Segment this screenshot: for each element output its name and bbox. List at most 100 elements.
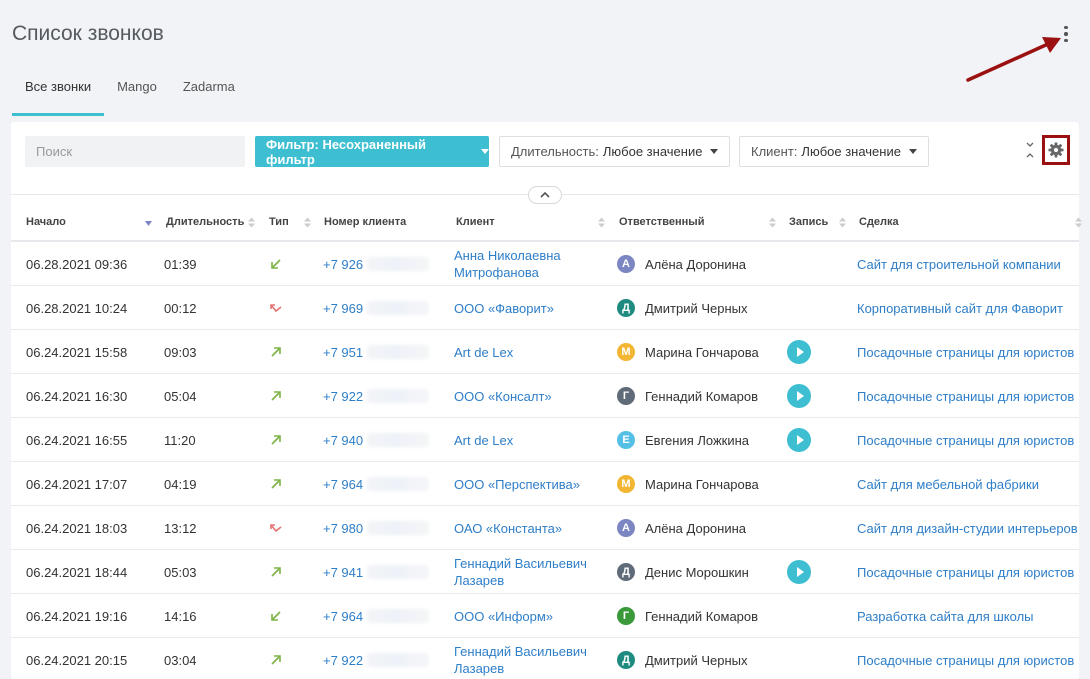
tab-zadarma[interactable]: Zadarma bbox=[170, 74, 248, 108]
client-cell[interactable]: ОАО «Константа» bbox=[454, 506, 604, 550]
client-cell[interactable]: Анна Николаевна Митрофанова bbox=[454, 242, 604, 286]
column-client[interactable]: Клиент bbox=[456, 204, 495, 240]
table-row[interactable]: 06.24.2021 18:44 05:03 +7 941 Геннадий Васи… bbox=[11, 550, 1079, 594]
client-cell[interactable]: Art de Lex bbox=[454, 418, 604, 462]
client-phone[interactable]: +7 964 bbox=[323, 462, 430, 506]
client-phone-link[interactable]: +7 980 bbox=[323, 521, 363, 536]
client-cell[interactable]: ООО «Перспектива» bbox=[454, 462, 604, 506]
client-cell[interactable]: ООО «Консалт» bbox=[454, 374, 604, 418]
client-phone-link[interactable]: +7 940 bbox=[323, 433, 363, 448]
client-cell[interactable]: ООО «Фаворит» bbox=[454, 286, 604, 330]
column-start[interactable]: Начало bbox=[26, 204, 66, 240]
column-type[interactable]: Тип bbox=[269, 204, 289, 240]
column-owner[interactable]: Ответственный bbox=[619, 204, 704, 240]
play-record-button[interactable] bbox=[787, 428, 811, 452]
table-row[interactable]: 06.24.2021 19:16 14:16 +7 964 ООО «Информ» Г… bbox=[11, 594, 1079, 638]
client-phone[interactable]: +7 969 bbox=[323, 286, 430, 330]
client-cell[interactable]: ООО «Информ» bbox=[454, 594, 604, 638]
client-link[interactable]: Геннадий Васильевич Лазарев bbox=[454, 555, 604, 589]
filter-dropdown-button[interactable]: Фильтр: Несохраненный фильтр bbox=[255, 136, 489, 167]
client-link[interactable]: ООО «Фаворит» bbox=[454, 300, 604, 317]
deal-cell[interactable]: Посадочные страницы для юристов bbox=[857, 638, 1074, 679]
sort-icon[interactable] bbox=[304, 217, 311, 228]
tab-all-calls[interactable]: Все звонки bbox=[12, 74, 105, 116]
client-phone-link[interactable]: +7 964 bbox=[323, 477, 363, 492]
deal-cell[interactable]: Посадочные страницы для юристов bbox=[857, 374, 1074, 418]
deal-link[interactable]: Сайт для дизайн-студии интерьеров bbox=[857, 521, 1078, 536]
client-phone-link[interactable]: +7 964 bbox=[323, 609, 363, 624]
sort-desc-icon[interactable] bbox=[145, 217, 152, 228]
client-phone-link[interactable]: +7 926 bbox=[323, 257, 363, 272]
deal-link[interactable]: Посадочные страницы для юристов bbox=[857, 389, 1074, 404]
client-dropdown[interactable]: Клиент: Любое значение bbox=[739, 136, 929, 167]
table-row[interactable]: 06.24.2021 16:30 05:04 +7 922 ООО «Консалт»… bbox=[11, 374, 1079, 418]
table-row[interactable]: 06.24.2021 20:15 03:04 +7 922 Геннадий Васи… bbox=[11, 638, 1079, 679]
table-row[interactable]: 06.24.2021 17:07 04:19 +7 964 ООО «Перспект… bbox=[11, 462, 1079, 506]
client-phone[interactable]: +7 941 bbox=[323, 550, 430, 594]
client-phone-link[interactable]: +7 922 bbox=[323, 389, 363, 404]
column-deal[interactable]: Сделка bbox=[859, 204, 899, 240]
client-phone[interactable]: +7 964 bbox=[323, 594, 430, 638]
deal-link[interactable]: Посадочные страницы для юристов bbox=[857, 565, 1074, 580]
table-settings-button[interactable] bbox=[1042, 135, 1070, 165]
search-input[interactable] bbox=[25, 136, 245, 167]
client-link[interactable]: Art de Lex bbox=[454, 344, 604, 361]
table-row[interactable]: 06.24.2021 16:55 11:20 +7 940 Art de Lex Е Ев… bbox=[11, 418, 1079, 462]
deal-cell[interactable]: Посадочные страницы для юристов bbox=[857, 418, 1074, 462]
column-record[interactable]: Запись bbox=[789, 204, 828, 240]
table-row[interactable]: 06.28.2021 09:36 01:39 +7 926 Анна Николаев… bbox=[11, 242, 1079, 286]
sort-icon[interactable] bbox=[598, 217, 605, 228]
client-link[interactable]: ОАО «Константа» bbox=[454, 520, 604, 537]
collapse-toolbar-button[interactable] bbox=[528, 186, 562, 204]
sort-icon[interactable] bbox=[248, 217, 255, 228]
deal-link[interactable]: Разработка сайта для школы bbox=[857, 609, 1034, 624]
deal-link[interactable]: Сайт для мебельной фабрики bbox=[857, 477, 1039, 492]
client-link[interactable]: Анна Николаевна Митрофанова bbox=[454, 247, 604, 281]
deal-cell[interactable]: Корпоративный сайт для Фаворит bbox=[857, 286, 1063, 330]
client-link[interactable]: ООО «Перспектива» bbox=[454, 476, 604, 493]
client-link[interactable]: ООО «Информ» bbox=[454, 608, 604, 625]
table-row[interactable]: 06.24.2021 18:03 13:12 +7 980 ОАО «Констант… bbox=[11, 506, 1079, 550]
deal-cell[interactable]: Сайт для мебельной фабрики bbox=[857, 462, 1039, 506]
play-record-button[interactable] bbox=[787, 340, 811, 364]
tab-mango[interactable]: Mango bbox=[104, 74, 170, 108]
deal-link[interactable]: Посадочные страницы для юристов bbox=[857, 433, 1074, 448]
table-row[interactable]: 06.24.2021 15:58 09:03 +7 951 Art de Lex М Ма… bbox=[11, 330, 1079, 374]
client-cell[interactable]: Геннадий Васильевич Лазарев bbox=[454, 550, 604, 594]
client-phone-link[interactable]: +7 922 bbox=[323, 653, 363, 668]
play-record-button[interactable] bbox=[787, 384, 811, 408]
client-cell[interactable]: Геннадий Васильевич Лазарев bbox=[454, 638, 604, 679]
client-phone-link[interactable]: +7 941 bbox=[323, 565, 363, 580]
column-duration[interactable]: Длительность bbox=[166, 204, 244, 240]
client-phone-link[interactable]: +7 951 bbox=[323, 345, 363, 360]
sort-icon[interactable] bbox=[769, 217, 776, 228]
play-record-button[interactable] bbox=[787, 560, 811, 584]
table-row[interactable]: 06.28.2021 10:24 00:12 +7 969 ООО «Фаворит»… bbox=[11, 286, 1079, 330]
sort-icon[interactable] bbox=[839, 217, 846, 228]
client-link[interactable]: ООО «Консалт» bbox=[454, 388, 604, 405]
owner-cell: Г Геннадий Комаров bbox=[617, 374, 758, 418]
deal-link[interactable]: Корпоративный сайт для Фаворит bbox=[857, 301, 1063, 316]
deal-cell[interactable]: Сайт для дизайн-студии интерьеров bbox=[857, 506, 1078, 550]
client-link[interactable]: Геннадий Васильевич Лазарев bbox=[454, 643, 604, 677]
deal-cell[interactable]: Сайт для строительной компании bbox=[857, 242, 1061, 286]
collapse-icon[interactable] bbox=[1025, 141, 1035, 159]
deal-cell[interactable]: Посадочные страницы для юристов bbox=[857, 550, 1074, 594]
client-phone[interactable]: +7 922 bbox=[323, 638, 430, 679]
deal-link[interactable]: Сайт для строительной компании bbox=[857, 257, 1061, 272]
client-phone-link[interactable]: +7 969 bbox=[323, 301, 363, 316]
client-phone[interactable]: +7 980 bbox=[323, 506, 430, 550]
sort-icon[interactable] bbox=[1075, 217, 1082, 228]
client-link[interactable]: Art de Lex bbox=[454, 432, 604, 449]
client-phone[interactable]: +7 951 bbox=[323, 330, 430, 374]
deal-link[interactable]: Посадочные страницы для юристов bbox=[857, 345, 1074, 360]
client-phone[interactable]: +7 926 bbox=[323, 242, 430, 286]
deal-link[interactable]: Посадочные страницы для юристов bbox=[857, 653, 1074, 668]
deal-cell[interactable]: Посадочные страницы для юристов bbox=[857, 330, 1074, 374]
client-cell[interactable]: Art de Lex bbox=[454, 330, 604, 374]
client-phone[interactable]: +7 922 bbox=[323, 374, 430, 418]
column-phone[interactable]: Номер клиента bbox=[324, 204, 406, 240]
deal-cell[interactable]: Разработка сайта для школы bbox=[857, 594, 1034, 638]
duration-dropdown[interactable]: Длительность: Любое значение bbox=[499, 136, 731, 167]
client-phone[interactable]: +7 940 bbox=[323, 418, 430, 462]
